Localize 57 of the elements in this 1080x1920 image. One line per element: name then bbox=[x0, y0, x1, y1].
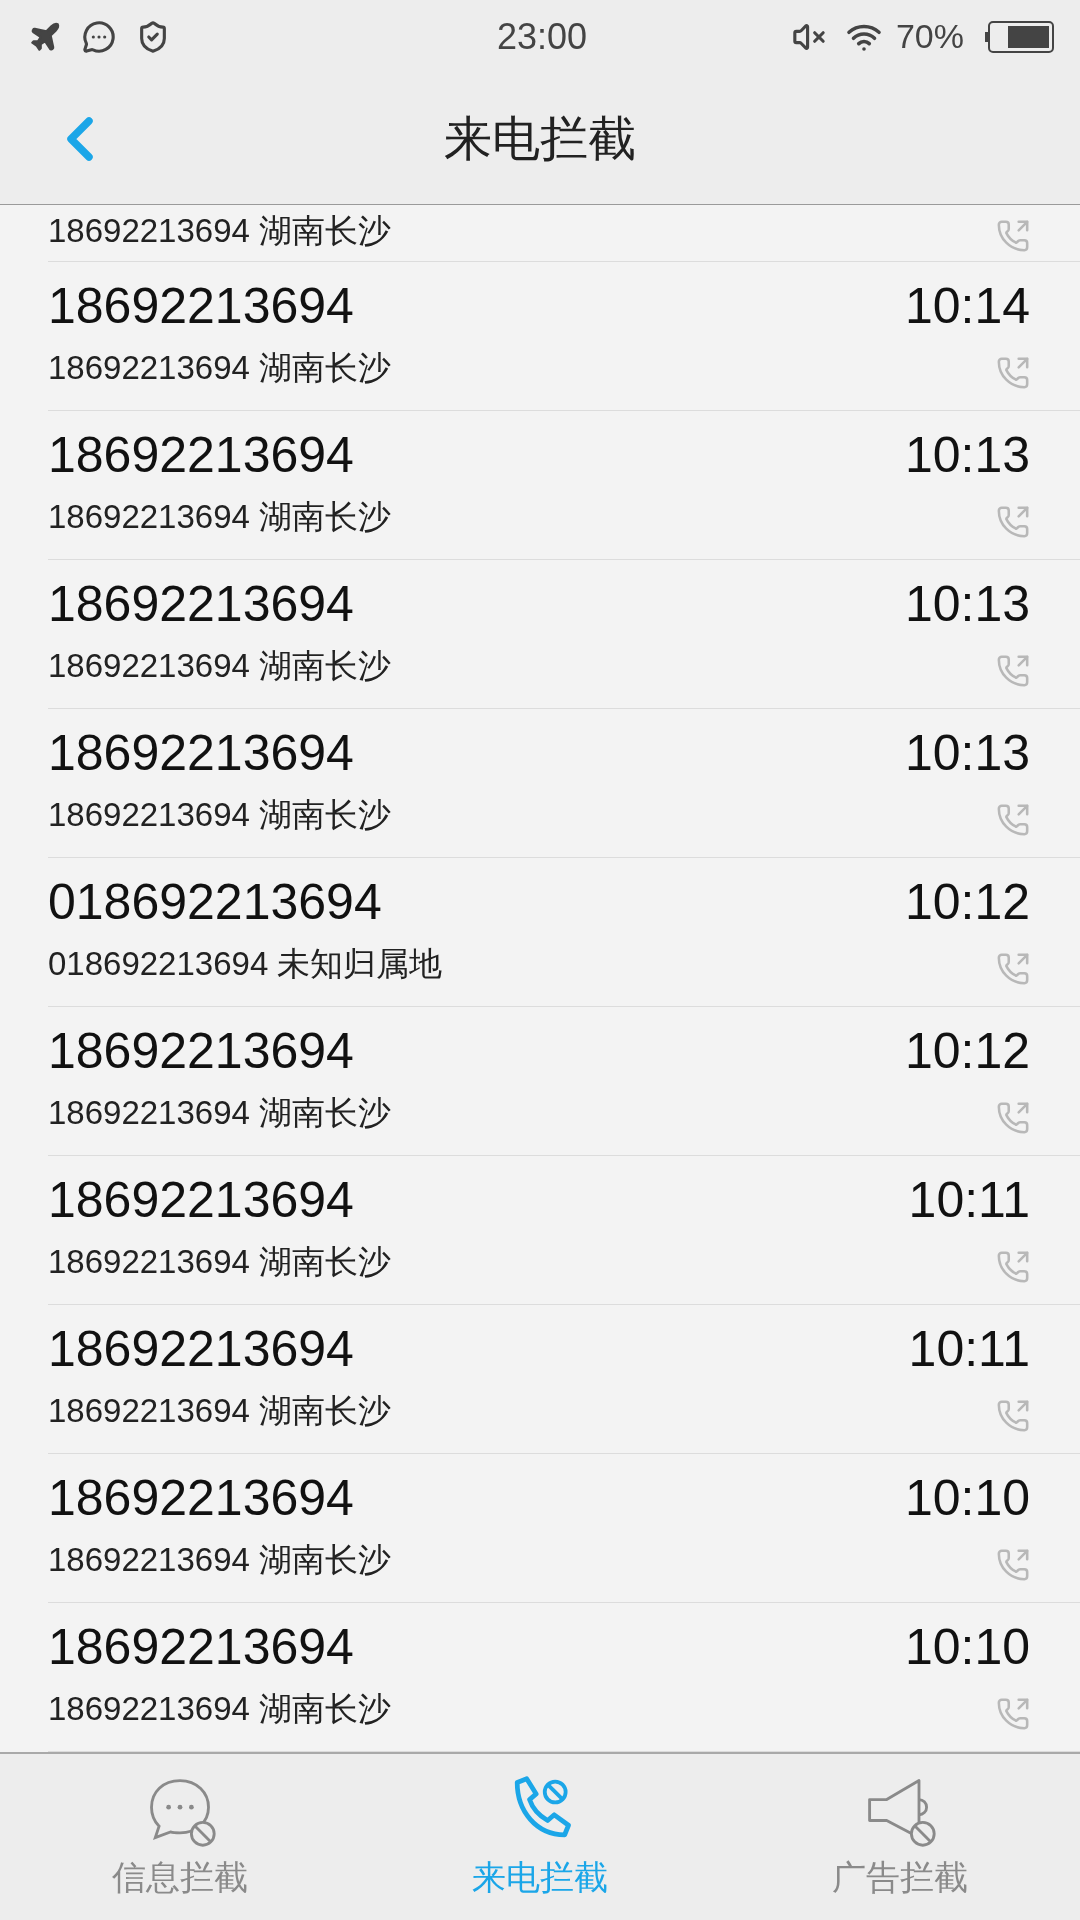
outgoing-call-icon bbox=[996, 1399, 1030, 1433]
call-time: 10:13 bbox=[904, 575, 1030, 634]
call-time: 10:13 bbox=[904, 724, 1030, 783]
clock-time: 23:00 bbox=[496, 15, 588, 58]
call-row[interactable]: 18692213694 10:10 18692213694 湖南长沙 bbox=[48, 1454, 1080, 1603]
phone-number: 18692213694 bbox=[48, 1618, 354, 1677]
phone-number: 18692213694 bbox=[48, 724, 354, 783]
call-time: 10:13 bbox=[904, 426, 1030, 485]
caller-location: 18692213694 湖南长沙 bbox=[48, 795, 392, 835]
caller-location: 18692213694 湖南长沙 bbox=[48, 348, 392, 388]
outgoing-call-icon bbox=[996, 1101, 1030, 1135]
caller-location: 18692213694 湖南长沙 bbox=[48, 1242, 392, 1282]
phone-number: 18692213694 bbox=[48, 277, 354, 336]
phone-number: 18692213694 bbox=[48, 1171, 354, 1230]
message-icon bbox=[82, 19, 116, 54]
call-time: 10:10 bbox=[904, 1618, 1030, 1677]
outgoing-call-icon bbox=[996, 952, 1030, 986]
call-row[interactable]: 18692213694 10:11 18692213694 湖南长沙 bbox=[48, 1156, 1080, 1305]
phone-number: 18692213694 bbox=[48, 1022, 354, 1081]
call-row[interactable]: 18692213694 10:13 18692213694 湖南长沙 bbox=[48, 560, 1080, 709]
battery-icon bbox=[984, 19, 1056, 54]
outgoing-call-icon bbox=[996, 505, 1030, 539]
call-time: 10:10 bbox=[904, 1469, 1030, 1528]
call-row[interactable]: 18692213694 10:11 18692213694 湖南长沙 bbox=[48, 1305, 1080, 1454]
caller-location: 18692213694 湖南长沙 bbox=[48, 497, 392, 537]
call-time: 10:11 bbox=[908, 1171, 1030, 1230]
caller-location: 018692213694 未知归属地 bbox=[48, 944, 443, 984]
call-row[interactable]: 18692213694 10:12 18692213694 湖南长沙 bbox=[48, 1007, 1080, 1156]
call-row[interactable]: 18692213694 湖南长沙 bbox=[48, 205, 1080, 262]
caller-location: 18692213694 湖南长沙 bbox=[48, 1093, 392, 1133]
call-time: 10:12 bbox=[904, 873, 1030, 932]
outgoing-call-icon bbox=[996, 803, 1030, 837]
call-row[interactable]: 18692213694 10:13 18692213694 湖南长沙 bbox=[48, 411, 1080, 560]
phone-number: 018692213694 bbox=[48, 873, 382, 932]
caller-location: 18692213694 湖南长沙 bbox=[48, 646, 392, 686]
phone-number: 18692213694 bbox=[48, 426, 354, 485]
call-row[interactable]: 018692213694 10:12 018692213694 未知归属地 bbox=[48, 858, 1080, 1007]
battery-percent: 70% bbox=[895, 17, 964, 56]
call-time: 10:11 bbox=[908, 1320, 1030, 1379]
caller-location: 18692213694 湖南长沙 bbox=[48, 1391, 392, 1431]
page-title: 来电拦截 bbox=[444, 110, 636, 167]
call-time: 10:14 bbox=[904, 277, 1030, 336]
phone-number: 18692213694 bbox=[48, 575, 354, 634]
caller-location: 18692213694 湖南长沙 bbox=[48, 1689, 392, 1729]
call-row[interactable]: 18692213694 10:14 18692213694 湖南长沙 bbox=[48, 262, 1080, 411]
caller-location: 18692213694 湖南长沙 bbox=[48, 1540, 392, 1580]
outgoing-call-icon bbox=[996, 1697, 1030, 1731]
outgoing-call-icon bbox=[996, 219, 1030, 253]
call-row[interactable]: 18692213694 10:13 18692213694 湖南长沙 bbox=[48, 709, 1080, 858]
outgoing-call-icon bbox=[996, 1548, 1030, 1582]
outgoing-call-icon bbox=[996, 356, 1030, 390]
caller-location: 18692213694 湖南长沙 bbox=[48, 211, 392, 251]
outgoing-call-icon bbox=[996, 654, 1030, 688]
call-time: 10:12 bbox=[904, 1022, 1030, 1081]
phone-number: 18692213694 bbox=[48, 1469, 354, 1528]
outgoing-call-icon bbox=[996, 1250, 1030, 1284]
phone-number: 18692213694 bbox=[48, 1320, 354, 1379]
